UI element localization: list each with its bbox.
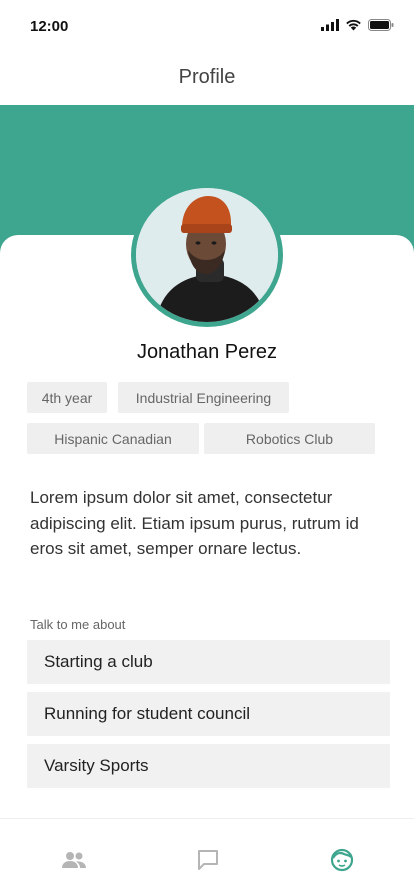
tag-program: Industrial Engineering — [118, 382, 289, 413]
tab-people[interactable] — [59, 845, 89, 875]
topic-item[interactable]: Starting a club — [27, 640, 390, 684]
tab-bar — [0, 818, 414, 896]
battery-icon — [368, 19, 394, 31]
nav-bar: Profile — [0, 50, 414, 105]
profile-name: Jonathan Perez — [136, 341, 278, 363]
avatar — [131, 183, 283, 327]
person-photo-icon — [136, 188, 278, 322]
page-title: Profile — [178, 66, 236, 88]
tag-year: 4th year — [27, 382, 107, 413]
status-icons — [321, 19, 394, 31]
profile-bio: Lorem ipsum dolor sit amet, consectetur … — [30, 488, 359, 558]
signal-icon — [321, 19, 339, 31]
tag-club: Robotics Club — [204, 423, 375, 454]
topic-item[interactable]: Running for student council — [27, 692, 390, 736]
topic-item[interactable]: Varsity Sports — [27, 744, 390, 788]
people-icon — [62, 852, 86, 868]
tab-messages[interactable] — [193, 845, 223, 875]
tag-background: Hispanic Canadian — [27, 423, 199, 454]
tab-profile[interactable] — [327, 845, 357, 875]
chat-icon — [198, 850, 218, 870]
status-bar: 12:00 — [0, 0, 414, 50]
status-time: 12:00 — [30, 18, 69, 35]
wifi-icon — [346, 19, 361, 31]
avatar-photo — [136, 188, 278, 322]
talk-about-label: Talk to me about — [30, 617, 126, 632]
profile-face-icon — [330, 848, 354, 872]
